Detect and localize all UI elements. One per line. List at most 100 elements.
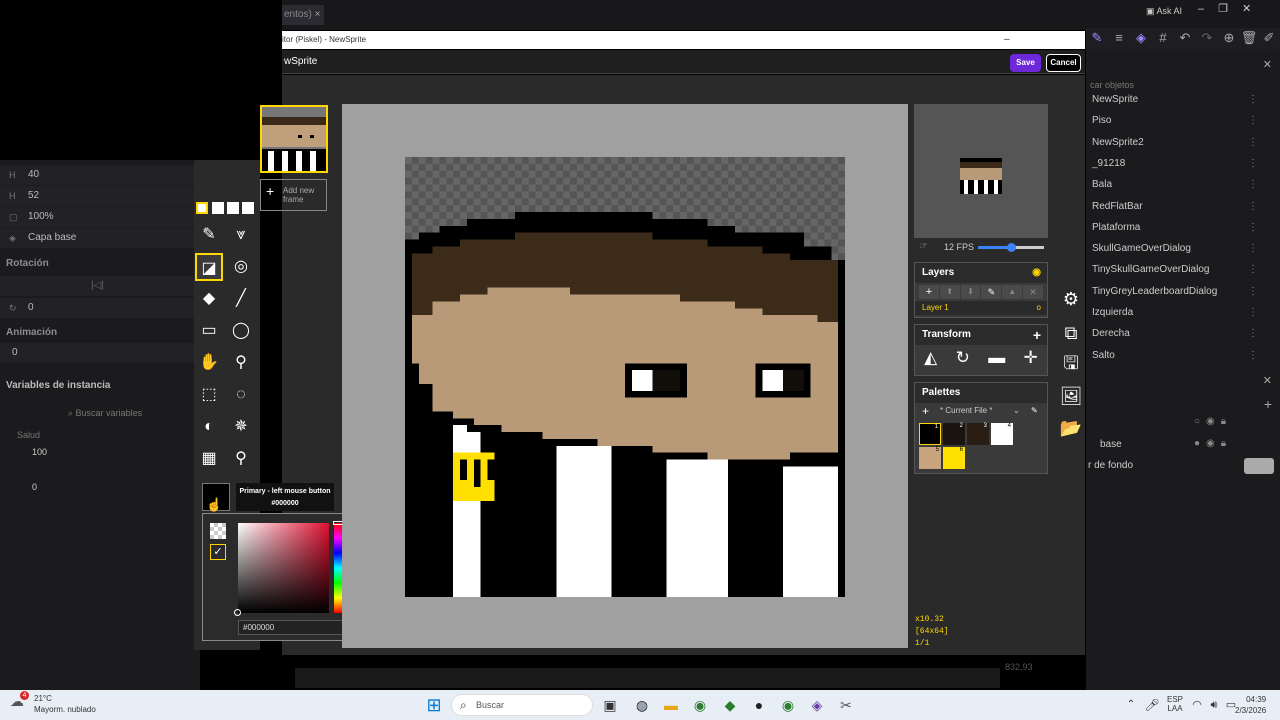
object-list-item[interactable]: Izquierda ⋮ <box>1086 307 1276 327</box>
color-picker-icon[interactable]: ⚲ <box>227 445 255 473</box>
align-icon[interactable]: ≡ <box>1110 28 1128 48</box>
palette-swatch[interactable]: 2 <box>943 423 965 445</box>
undo-icon[interactable]: ↶ <box>1176 28 1194 48</box>
layer-base-label[interactable]: base <box>1100 439 1122 450</box>
microphone-icon[interactable]: 🎤︎ <box>1141 694 1163 716</box>
grid-icon[interactable]: # <box>1154 28 1172 48</box>
paint-same-color-icon[interactable]: ◎ <box>227 253 255 281</box>
add-frame-button[interactable]: + Add new frame <box>260 179 327 211</box>
palette-swatch[interactable]: 3 <box>967 423 989 445</box>
trash-icon[interactable]: 🗑 <box>1240 28 1258 48</box>
move-hand-icon[interactable]: ✋ <box>195 349 223 377</box>
export-image-icon[interactable]: 🖼 <box>1058 383 1084 409</box>
object-list-item[interactable]: Salto ⋮ <box>1086 350 1276 370</box>
pen-size-4[interactable] <box>242 202 254 214</box>
visibility-icon[interactable]: ○◉🔒︎ <box>1194 416 1232 427</box>
lasso-select-icon[interactable]: ◌ <box>227 381 255 409</box>
checker-icon[interactable]: ▦ <box>195 445 223 473</box>
more-options-icon[interactable]: ⋮ <box>1248 94 1258 105</box>
more-options-icon[interactable]: ⋮ <box>1248 264 1258 275</box>
clock[interactable]: 04:39 2/3/2026 <box>1235 694 1266 716</box>
chevron-up-icon[interactable]: ⌃ <box>1120 694 1142 716</box>
object-list-item[interactable]: TinySkullGameOverDialog ⋮ <box>1086 264 1276 284</box>
pen-size-2[interactable] <box>212 202 224 214</box>
maximize-icon[interactable]: ❐ <box>1218 3 1242 15</box>
clone-icon[interactable]: ▬ <box>988 348 1005 368</box>
object-list-item[interactable]: _91218 ⋮ <box>1086 158 1276 178</box>
animation-field[interactable]: 0 <box>0 343 195 363</box>
scale-field[interactable]: ▢ 100% <box>0 207 195 227</box>
save-icon[interactable]: 🖫 <box>1058 350 1084 376</box>
edit-palette-icon[interactable]: ✎ <box>1031 403 1038 419</box>
search-objects-input[interactable]: car objetos <box>1090 80 1134 90</box>
transparent-toggle[interactable] <box>210 523 226 539</box>
close-icon[interactable]: ✕ <box>1263 58 1272 71</box>
redo-icon[interactable]: ↷ <box>1198 28 1216 48</box>
layer-row[interactable]: Layer 1 o <box>915 301 1047 315</box>
rotation-field[interactable]: |◁| <box>0 276 195 296</box>
more-options-icon[interactable]: ⋮ <box>1248 179 1258 190</box>
more-options-icon[interactable]: ⋮ <box>1248 243 1258 254</box>
var-value-1[interactable]: 100 <box>32 447 47 457</box>
object-list-item[interactable]: Plataforma ⋮ <box>1086 222 1276 242</box>
shape-selection-icon[interactable]: ⚲ <box>227 349 255 377</box>
search-vars-input[interactable]: ⌕ Buscar variables <box>68 405 193 421</box>
gdevelop-tab[interactable]: entos) × <box>282 5 324 25</box>
object-list-item[interactable]: RedFlatBar ⋮ <box>1086 201 1276 221</box>
rectangle-select-icon[interactable]: ⬚ <box>195 381 223 409</box>
palette-swatch[interactable]: 6 <box>943 447 965 469</box>
merge-layer-icon[interactable]: ▲ <box>1002 285 1023 299</box>
settings-icon[interactable]: ⚙ <box>1058 286 1084 312</box>
layers-icon[interactable]: ◈ <box>1132 28 1150 48</box>
close-icon[interactable]: × <box>315 9 321 20</box>
fps-slider-handle[interactable] <box>1007 243 1016 252</box>
save-button[interactable]: Save <box>1010 54 1041 72</box>
object-list-item[interactable]: Bala ⋮ <box>1086 179 1276 199</box>
layer-controls-2[interactable]: ●◉🔒︎ <box>1194 438 1232 449</box>
circle-icon[interactable]: ◯ <box>227 317 255 345</box>
cancel-button[interactable]: Cancel <box>1046 54 1081 72</box>
saturation-area[interactable] <box>238 523 329 613</box>
eraser-icon[interactable]: ◆ <box>195 285 223 313</box>
open-folder-icon[interactable]: 📂 <box>1058 415 1084 441</box>
object-list-item[interactable]: Derecha ⋮ <box>1086 328 1276 348</box>
resize-icon[interactable]: ⧉ <box>1058 320 1084 346</box>
paint-bucket-icon[interactable]: ◪ <box>195 253 223 281</box>
width-field[interactable]: H 40 <box>0 165 195 185</box>
palette-selector[interactable]: + * Current File * ⌄ ✎ <box>915 403 1047 419</box>
object-list-item[interactable]: NewSprite2 ⋮ <box>1086 137 1276 157</box>
add-layer-icon[interactable]: + <box>919 285 939 299</box>
edit-icon[interactable]: ✐ <box>1260 28 1278 48</box>
snipping-icon[interactable]: ✂ <box>835 694 857 716</box>
object-list-item[interactable]: SkullGameOverDialog ⋮ <box>1086 243 1276 263</box>
rectangle-icon[interactable]: ▭ <box>195 317 223 345</box>
chrome-icon[interactable]: ◉ <box>689 694 711 716</box>
add-layer-icon[interactable]: + <box>1264 396 1272 412</box>
pen-size-3[interactable] <box>227 202 239 214</box>
dithering-icon[interactable]: ✵ <box>227 413 255 441</box>
flip-icon[interactable]: ◭ <box>924 348 937 368</box>
background-color-swatch[interactable] <box>1244 458 1274 474</box>
rotate-icon[interactable]: ↻ <box>956 348 970 368</box>
steam-icon[interactable]: ◍ <box>631 694 653 716</box>
color-hex-input[interactable]: #000000 <box>238 620 352 635</box>
app-icon-2[interactable]: ● <box>748 694 770 716</box>
object-list-item[interactable]: TinyGreyLeaderboardDialog ⋮ <box>1086 286 1276 306</box>
more-options-icon[interactable]: ⋮ <box>1248 158 1258 169</box>
pen-tool-icon[interactable]: ✎ <box>195 221 223 249</box>
var-value-2[interactable]: 0 <box>32 482 37 492</box>
ask-ai-button[interactable]: ▣ Ask AI <box>1146 6 1182 17</box>
delete-layer-icon[interactable]: ✕ <box>1023 285 1043 299</box>
taskbar-search[interactable]: ⌕ Buscar <box>451 694 593 716</box>
object-list-item[interactable]: Piso ⋮ <box>1086 115 1276 135</box>
palette-swatch[interactable]: 5 <box>919 447 941 469</box>
stroke-icon[interactable]: ╱ <box>227 285 255 313</box>
language-indicator[interactable]: ESP LAA <box>1167 695 1183 713</box>
layer-controls-1[interactable]: ○◉🔒︎ <box>1194 416 1232 427</box>
move-up-icon[interactable]: ⬆ <box>939 285 960 299</box>
align-center-icon[interactable]: ✛ <box>1024 348 1038 368</box>
gdevelop-icon[interactable]: ◈ <box>806 694 828 716</box>
minimize-icon[interactable]: – <box>1198 3 1218 15</box>
brush-icon[interactable]: ✎ <box>1088 28 1106 48</box>
vertical-mirror-pen-icon[interactable]: ⩔ <box>227 221 255 249</box>
